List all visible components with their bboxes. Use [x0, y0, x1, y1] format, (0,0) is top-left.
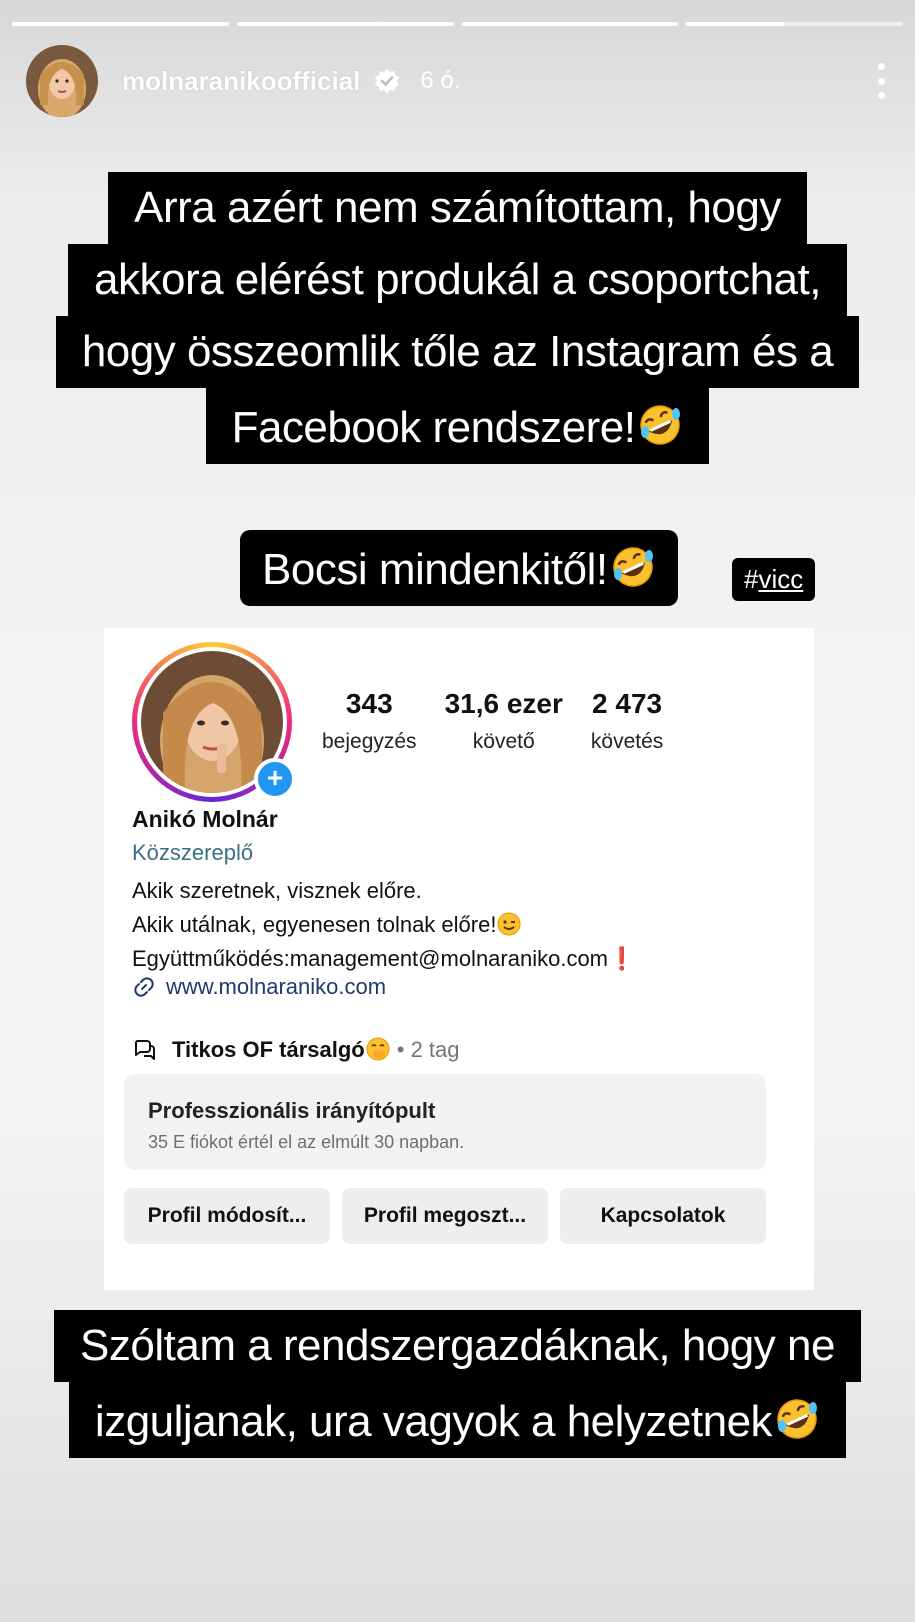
profile-action-buttons: Profil módosít... Profil megoszt... Kapc…	[124, 1188, 766, 1244]
profile-category: Közszereplő	[132, 840, 254, 865]
dashboard-subtitle: 35 E fiókot értél el az elmúlt 30 napban…	[148, 1132, 465, 1152]
group-members: • 2 tag	[396, 1036, 460, 1062]
winking-face-emoji	[497, 912, 521, 936]
caption-line: hogy összeomlik tőle az Instagram és a	[55, 316, 860, 388]
bio-line-text: Akik utálnak, egyenesen tolnak előre!	[132, 912, 497, 937]
link-icon	[134, 977, 154, 997]
group-name: Titkos OF társalgó	[172, 1036, 391, 1063]
rolling-on-floor-laughing-emoji	[640, 405, 681, 445]
story-progress-bar	[12, 22, 903, 26]
edit-profile-button[interactable]: Profil módosít...	[124, 1188, 330, 1244]
more-vertical-icon[interactable]	[875, 63, 887, 99]
bio-line: Akik szeretnek, visznek előre.	[132, 878, 422, 903]
stat-label: követés	[590, 730, 664, 753]
exclamation-icon: ❗	[608, 946, 636, 971]
story-header: molnaranikoofficial 6 ó.	[26, 45, 895, 117]
face-with-hand-over-mouth-emoji	[366, 1037, 390, 1061]
caption-line: Bocsi mindenkitől!	[240, 530, 678, 606]
website-link[interactable]: www.molnaraniko.com	[132, 974, 386, 1000]
bio-line: Együttműködés:management@molnaraniko.com…	[132, 942, 635, 976]
hashtag-prefix: #	[744, 564, 759, 594]
progress-segment-current	[686, 22, 903, 26]
caption-line-text: Bocsi mindenkitől!	[262, 545, 608, 594]
profile-stats: 343 bejegyzés 31,6 ezer követő 2 473 köv…	[322, 688, 691, 754]
rolling-on-floor-laughing-emoji	[612, 547, 653, 587]
progress-segment	[12, 22, 229, 26]
hashtag-word: vicc	[758, 564, 804, 594]
profile-screenshot-card: + 343 bejegyzés 31,6 ezer követő 2 473 k…	[104, 628, 814, 1290]
caption-bottom: Szóltam a rendszergazdáknak, hogy ne izg…	[0, 1310, 915, 1458]
profile-bio: Akik szeretnek, visznek előre. Akik utál…	[132, 874, 635, 976]
story-time: 6 ó.	[420, 67, 461, 94]
caption-middle: Bocsi mindenkitől!	[240, 530, 678, 606]
stat-followers[interactable]: 31,6 ezer követő	[445, 688, 563, 754]
caption-top: Arra azért nem számítottam, hogy akkora …	[0, 172, 915, 464]
username[interactable]: molnaranikoofficial	[122, 66, 360, 97]
hashtag-sticker[interactable]: #vicc	[732, 558, 816, 601]
professional-dashboard[interactable]: Professzionális irányítópult 35 E fiókot…	[124, 1074, 766, 1170]
stat-value: 31,6 ezer	[444, 688, 563, 719]
chat-bubbles-icon	[134, 1039, 155, 1060]
group-name-text: Titkos OF társalgó	[172, 1037, 365, 1062]
stat-value: 2 473	[592, 688, 663, 719]
caption-line: izguljanak, ura vagyok a helyzetnek	[68, 1382, 847, 1458]
add-story-plus-icon[interactable]: +	[254, 758, 296, 800]
bio-line: Akik utálnak, egyenesen tolnak előre!	[132, 908, 635, 942]
stat-value: 343	[345, 688, 393, 719]
bio-line-text: Együttműködés:management@molnaraniko.com	[132, 946, 609, 971]
caption-line: Szóltam a rendszergazdáknak, hogy ne	[54, 1310, 861, 1382]
profile-name: Anikó Molnár	[132, 806, 278, 832]
caption-line-text: izguljanak, ura vagyok a helyzetnek	[94, 1397, 773, 1446]
contacts-button[interactable]: Kapcsolatok	[560, 1188, 766, 1244]
website-text: www.molnaraniko.com	[166, 974, 387, 999]
caption-line: Facebook rendszere!	[205, 388, 710, 464]
dashboard-title: Professzionális irányítópult	[148, 1098, 436, 1123]
caption-line: akkora elérést produkál a csoportchat,	[68, 244, 847, 316]
verified-badge-icon	[374, 68, 400, 94]
progress-segment	[461, 22, 679, 26]
progress-segment	[236, 22, 454, 26]
caption-line-text: Facebook rendszere!	[231, 403, 636, 452]
caption-line: Arra azért nem számítottam, hogy	[108, 172, 807, 244]
rolling-on-floor-laughing-emoji	[777, 1399, 818, 1439]
stat-following[interactable]: 2 473 követés	[591, 688, 663, 754]
share-profile-button[interactable]: Profil megoszt...	[342, 1188, 548, 1244]
stat-label: követő	[472, 730, 535, 753]
group-chat-link[interactable]: Titkos OF társalgó • 2 tag	[132, 1036, 460, 1063]
stat-label: bejegyzés	[322, 730, 417, 753]
stat-posts[interactable]: 343 bejegyzés	[322, 688, 417, 754]
avatar[interactable]	[26, 45, 98, 117]
